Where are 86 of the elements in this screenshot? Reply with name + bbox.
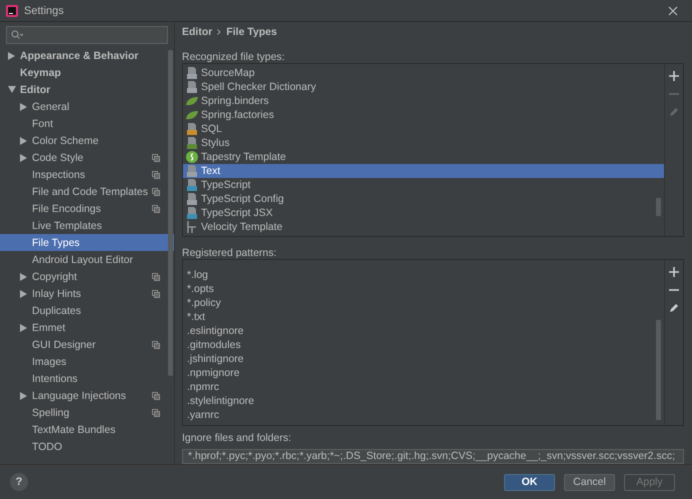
pattern-item[interactable]: .gitmodules: [183, 338, 664, 352]
search-field[interactable]: [6, 26, 168, 44]
pattern-item[interactable]: .npmrc: [183, 380, 664, 394]
tree-item[interactable]: File and Code Templates: [0, 183, 174, 200]
ok-button[interactable]: OK: [504, 474, 555, 490]
scrollbar[interactable]: [656, 198, 661, 216]
tree-item[interactable]: Live Templates: [0, 217, 174, 234]
tree-item[interactable]: Copyright: [0, 268, 174, 285]
tree-item[interactable]: GUI Designer: [0, 336, 174, 353]
tree-item[interactable]: File Encodings: [0, 200, 174, 217]
pattern-item[interactable]: *.policy: [183, 296, 664, 310]
copy-icon: [152, 204, 160, 212]
tree-item[interactable]: Appearance & Behavior: [0, 47, 174, 64]
expand-arrow-icon[interactable]: [20, 392, 27, 400]
dialog-button[interactable]: Cancel: [564, 474, 615, 490]
add-icon[interactable]: [669, 71, 679, 82]
tree-item[interactable]: Font: [0, 115, 174, 132]
copy-icon: [152, 340, 160, 348]
expand-arrow-icon[interactable]: [20, 290, 27, 298]
expand-arrow-icon[interactable]: [20, 102, 27, 110]
tree-item[interactable]: File Types: [0, 234, 174, 251]
ignore-field[interactable]: *.hprof;*.pyc;*.pyo;*.rbc;*.yarb;*~;.DS_Store;.git;.hg;.svn;CVS;__pycache__;_svn;vssver.scc;vssver2.scc;: [182, 448, 684, 464]
expand-arrow-icon[interactable]: [20, 136, 27, 144]
tree-item[interactable]: Inlay Hints: [0, 285, 174, 302]
chevron-icon: [217, 29, 222, 36]
pattern-item[interactable]: *.log: [183, 268, 664, 282]
tree-item[interactable]: Intentions: [0, 370, 174, 387]
expand-arrow-icon[interactable]: [20, 324, 27, 332]
file-type-item[interactable]: Tapestry Template: [183, 150, 664, 164]
tree-item[interactable]: Spelling: [0, 404, 174, 421]
file-type-item[interactable]: SQL: [183, 122, 664, 136]
copy-icon: [152, 392, 160, 400]
scrollbar[interactable]: [168, 50, 173, 376]
tree-item[interactable]: Color Scheme: [0, 132, 174, 149]
tree-item[interactable]: Language Injections: [0, 387, 174, 404]
tree-item[interactable]: Images: [0, 353, 174, 370]
tree-item[interactable]: TextMate Bundles: [0, 421, 174, 438]
pattern-item[interactable]: .eslintignore: [183, 324, 664, 338]
file-type-item[interactable]: TypeScript JSX: [183, 206, 664, 220]
pattern-item[interactable]: *.opts: [183, 282, 664, 296]
expand-arrow-icon[interactable]: [20, 272, 27, 280]
breadcrumb-item: Editor: [182, 26, 212, 38]
expand-arrow-icon[interactable]: [20, 154, 27, 162]
tree-item[interactable]: Android Layout Editor: [0, 251, 174, 268]
file-type-item[interactable]: Stylus: [183, 136, 664, 150]
pattern-item[interactable]: .yarnrc: [183, 408, 664, 422]
search-icon: [11, 30, 23, 40]
file-type-item[interactable]: TypeScript: [183, 178, 664, 192]
file-type-item[interactable]: SourceMap: [183, 66, 664, 80]
app-icon: [6, 4, 18, 16]
copy-icon: [152, 272, 160, 280]
file-type-item[interactable]: Velocity Template: [183, 220, 664, 234]
tree-item[interactable]: Editor: [0, 81, 174, 98]
tree-item[interactable]: TODO: [0, 438, 174, 455]
scrollbar[interactable]: [656, 320, 661, 420]
breadcrumb-item: File Types: [226, 26, 277, 38]
pattern-item[interactable]: .stylelintignore: [183, 394, 664, 408]
tree-item[interactable]: Keymap: [0, 64, 174, 81]
tree-item[interactable]: General: [0, 98, 174, 115]
section-label: Ignore files and folders:: [182, 432, 292, 445]
copy-icon: [152, 170, 160, 178]
edit-icon[interactable]: [669, 302, 679, 313]
tree-item[interactable]: Duplicates: [0, 302, 174, 319]
close-icon[interactable]: [668, 6, 678, 16]
add-icon[interactable]: [669, 266, 679, 277]
section-label: Recognized file types:: [182, 50, 286, 64]
file-type-item[interactable]: Spring.factories: [183, 108, 664, 122]
expand-arrow-icon[interactable]: [8, 52, 15, 60]
copy-icon: [152, 154, 160, 162]
copy-icon: [152, 408, 160, 416]
file-type-item[interactable]: Text: [183, 164, 664, 178]
file-type-item[interactable]: Spring.binders: [183, 94, 664, 108]
pattern-item[interactable]: *.txt: [183, 310, 664, 324]
file-type-item[interactable]: TypeScript Config: [183, 192, 664, 206]
pattern-item[interactable]: .jshintignore: [183, 352, 664, 366]
help-button[interactable]: ?: [10, 473, 28, 491]
section-label: Registered patterns:: [182, 246, 278, 259]
tree-item[interactable]: Inspections: [0, 166, 174, 183]
pattern-item[interactable]: .npmignore: [183, 366, 664, 380]
collapse-arrow-icon[interactable]: [8, 86, 16, 93]
file-type-item[interactable]: Spell Checker Dictionary: [183, 80, 664, 94]
tree-item[interactable]: Emmet: [0, 319, 174, 336]
tree-item[interactable]: Code Style: [0, 149, 174, 166]
copy-icon: [152, 290, 160, 298]
window-title: Settings: [24, 4, 65, 16]
copy-icon: [152, 188, 160, 196]
